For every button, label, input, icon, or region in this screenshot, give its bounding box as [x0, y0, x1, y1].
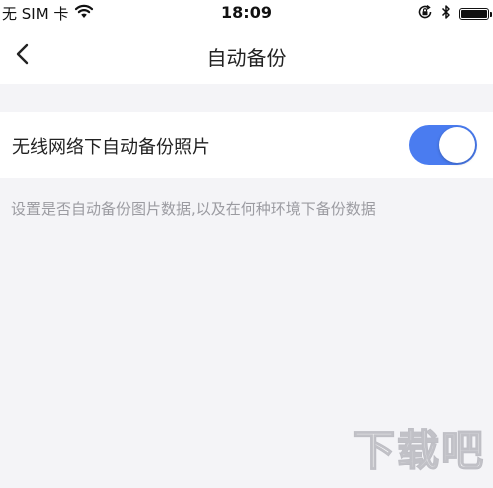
auto-backup-toggle[interactable]	[409, 125, 477, 165]
toggle-knob	[439, 127, 475, 163]
auto-backup-label: 无线网络下自动备份照片	[12, 137, 210, 158]
bluetooth-icon	[441, 4, 451, 24]
orientation-lock-icon	[417, 4, 433, 24]
auto-backup-setting-row: 无线网络下自动备份照片	[0, 112, 493, 178]
watermark: 下载吧	[352, 425, 485, 476]
setting-description: 设置是否自动备份图片数据,以及在何种环境下备份数据	[11, 200, 376, 218]
page-title: 自动备份	[206, 46, 287, 70]
battery-icon	[459, 8, 492, 20]
battery-fill	[461, 10, 487, 18]
status-bar: 无 SIM 卡 18:09	[0, 0, 493, 28]
status-right	[417, 4, 492, 24]
navigation-bar: 自动备份	[0, 30, 493, 80]
top-area: 无 SIM 卡 18:09 自动备份	[0, 0, 493, 84]
